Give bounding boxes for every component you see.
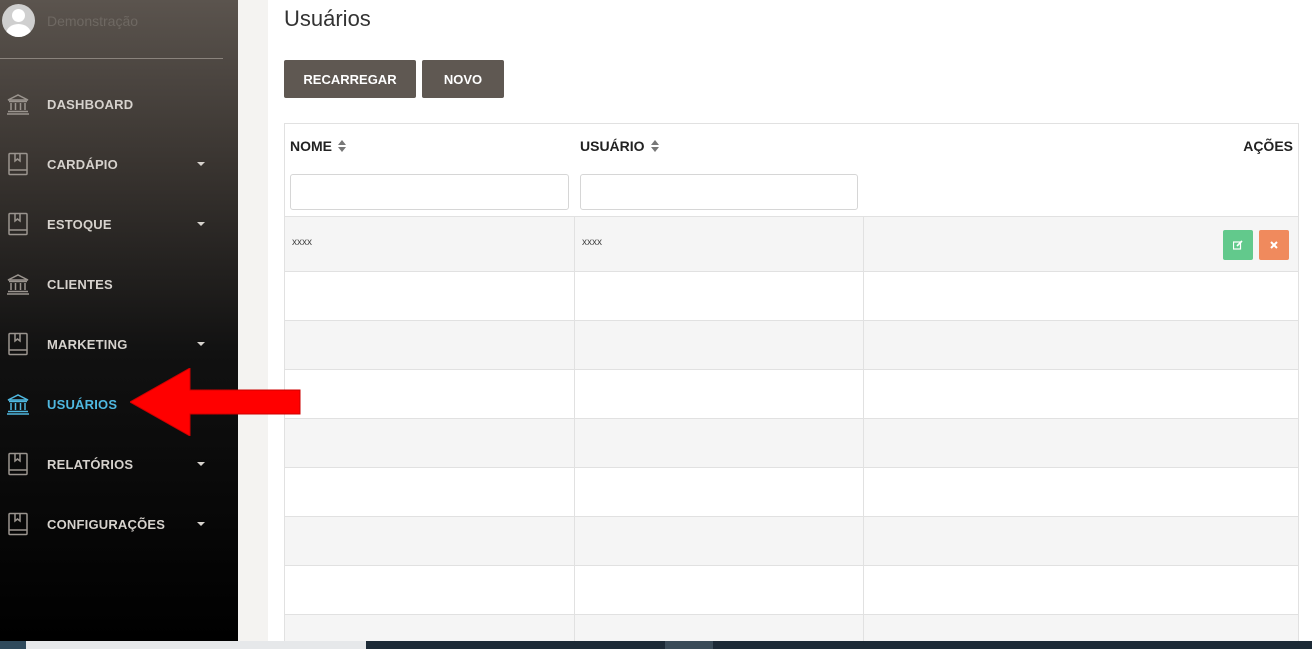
reload-button[interactable]: RECARREGAR: [284, 60, 416, 98]
annotation-arrow-icon: [130, 368, 301, 436]
bank-icon: [7, 274, 29, 295]
sidebar-item-relatorios[interactable]: RELATÓRIOS: [0, 434, 238, 494]
filter-usuario-input[interactable]: [580, 174, 858, 210]
chevron-down-icon: [197, 222, 205, 226]
table-row[interactable]: xxxx xxxx: [285, 216, 1298, 271]
taskbar-start-button[interactable]: [0, 641, 26, 649]
bank-icon: [7, 94, 29, 115]
sidebar-divider: [0, 58, 223, 59]
column-header-label: NOME: [290, 138, 332, 154]
sidebar: Demonstração DASHBOARD CARDÁPIO ESTOQUE …: [0, 0, 238, 641]
users-table: NOME USUÁRIO AÇÕES xxxx xxxx: [284, 123, 1299, 641]
sidebar-item-clientes[interactable]: CLIENTES: [0, 254, 238, 314]
sidebar-item-label: MARKETING: [47, 336, 128, 352]
sidebar-item-label: CLIENTES: [47, 276, 113, 292]
book-icon: [8, 152, 28, 176]
sidebar-item-label: RELATÓRIOS: [47, 456, 134, 472]
delete-button[interactable]: [1259, 230, 1289, 260]
chevron-down-icon: [197, 162, 205, 166]
table-row: [285, 467, 1298, 516]
sidebar-item-label: ESTOQUE: [47, 216, 112, 232]
table-row: [285, 614, 1298, 641]
edit-button[interactable]: [1223, 230, 1253, 260]
chevron-down-icon: [197, 342, 205, 346]
sidebar-item-cardapio[interactable]: CARDÁPIO: [0, 134, 238, 194]
sidebar-item-label: USUÁRIOS: [47, 396, 118, 412]
column-header-usuario[interactable]: USUÁRIO: [580, 138, 659, 154]
table-row: [285, 271, 1298, 320]
avatar: [2, 4, 35, 37]
taskbar-search-box[interactable]: [26, 641, 366, 649]
new-button[interactable]: NOVO: [422, 60, 504, 98]
book-icon: [8, 512, 28, 536]
column-header-label: AÇÕES: [1243, 138, 1293, 154]
table-row: [285, 565, 1298, 614]
sidebar-item-label: CARDÁPIO: [47, 156, 118, 172]
cell-usuario: xxxx: [582, 237, 602, 248]
book-icon: [8, 332, 28, 356]
column-header-acoes: AÇÕES: [1243, 138, 1293, 154]
table-row: [285, 418, 1298, 467]
table-row: [285, 320, 1298, 369]
sidebar-item-label: CONFIGURAÇÕES: [47, 516, 166, 532]
sidebar-item-label: DASHBOARD: [47, 96, 134, 112]
edit-icon: [1233, 240, 1243, 250]
profile-name: Demonstração: [47, 13, 139, 29]
chevron-down-icon: [197, 462, 205, 466]
book-icon: [8, 212, 28, 236]
sidebar-item-configuracoes[interactable]: CONFIGURAÇÕES: [0, 494, 238, 554]
sort-icon: [650, 140, 659, 152]
close-icon: [1270, 241, 1278, 249]
filter-nome-input[interactable]: [290, 174, 569, 210]
cell-nome: xxxx: [292, 237, 312, 248]
page-title: Usuários: [284, 6, 371, 31]
table-row: [285, 369, 1298, 418]
user-profile[interactable]: Demonstração: [0, 0, 238, 58]
sort-icon: [338, 140, 346, 152]
book-icon: [8, 452, 28, 476]
column-header-label: USUÁRIO: [580, 138, 645, 154]
table-row: [285, 516, 1298, 565]
sidebar-item-estoque[interactable]: ESTOQUE: [0, 194, 238, 254]
taskbar-app-button[interactable]: [665, 641, 713, 649]
bank-icon: [7, 394, 29, 415]
chevron-down-icon: [197, 522, 205, 526]
column-header-nome[interactable]: NOME: [290, 138, 346, 154]
sidebar-item-dashboard[interactable]: DASHBOARD: [0, 74, 238, 134]
sidebar-item-marketing[interactable]: MARKETING: [0, 314, 238, 374]
